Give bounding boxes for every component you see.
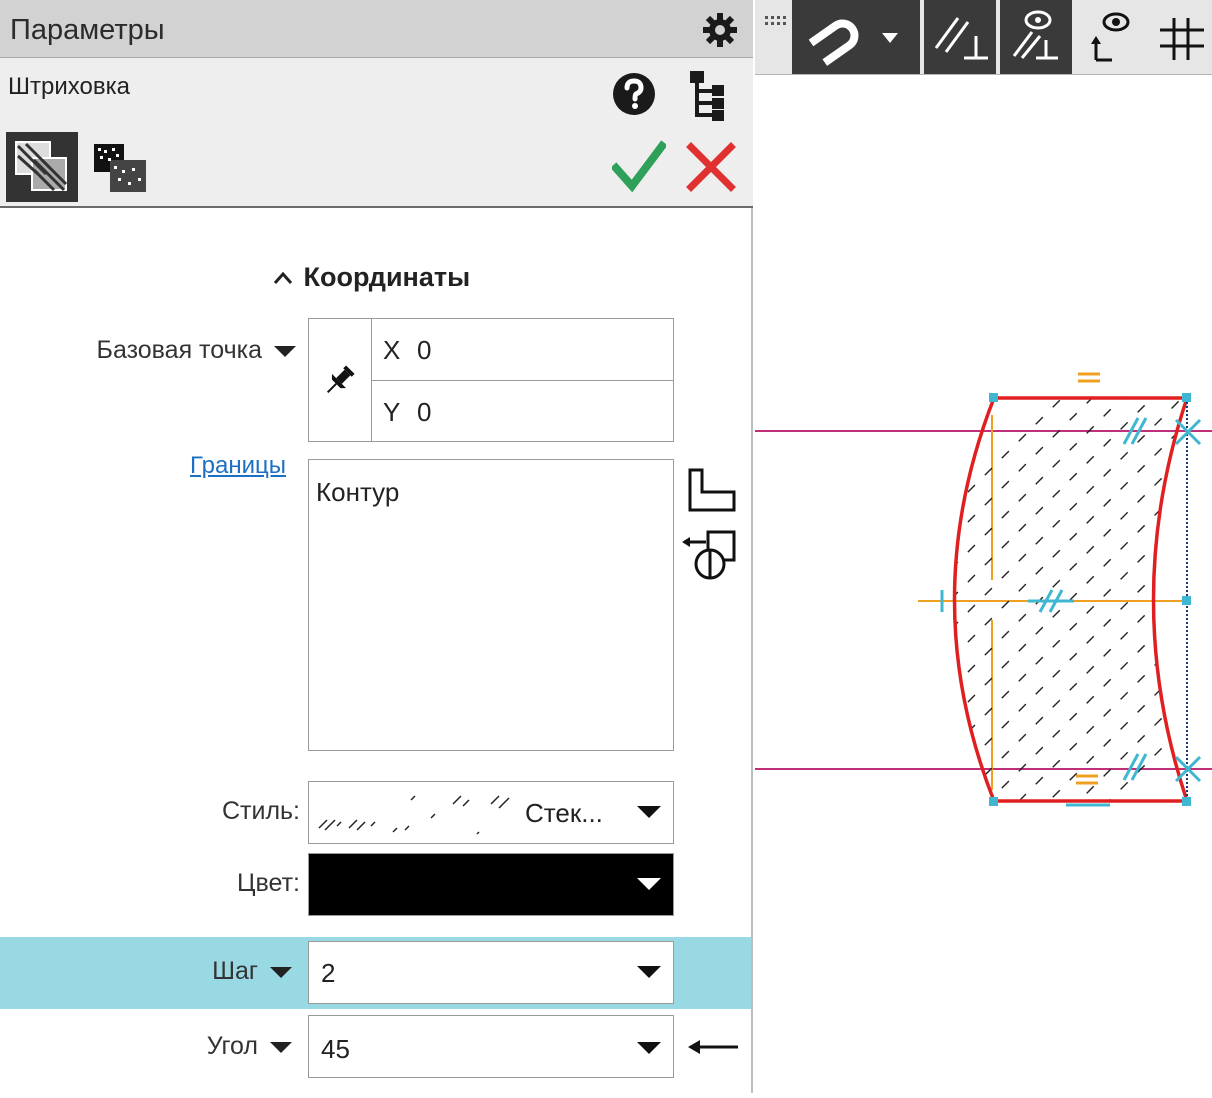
step-label-text: Шаг <box>212 957 258 985</box>
parallel-lines-icon <box>934 17 988 60</box>
arrow-left-icon[interactable] <box>686 1034 740 1060</box>
grid-icon <box>1160 18 1204 60</box>
style-value: Стек... <box>525 798 603 828</box>
panel-title-bar: Параметры <box>0 0 753 58</box>
parallel-perpendicular-button[interactable] <box>924 0 996 74</box>
drawing-canvas[interactable] <box>755 76 1212 1093</box>
style-select[interactable]: Стек... <box>308 781 674 844</box>
view-toolbar <box>755 0 1212 75</box>
step-select[interactable]: 2 <box>308 941 674 1004</box>
step-label[interactable]: Шаг <box>100 957 292 986</box>
hatch-style-preview-icon <box>318 795 510 835</box>
gear-icon[interactable] <box>700 10 740 50</box>
pin-icon <box>326 365 355 394</box>
dropdown-arrow-icon <box>637 966 661 978</box>
list-item[interactable]: Контур <box>316 477 399 508</box>
grid-button[interactable] <box>1152 0 1212 74</box>
hatch-mode-button[interactable] <box>6 132 78 202</box>
boundaries-link[interactable]: Границы <box>190 452 286 480</box>
x-input[interactable]: 0 <box>417 335 431 366</box>
toolbar-grip-icon[interactable] <box>765 16 791 28</box>
parameters-panel: Параметры Штриховка Координаты Базовая т… <box>0 0 753 1093</box>
dropdown-arrow-icon <box>274 345 296 357</box>
show-axes-button[interactable] <box>1076 0 1148 74</box>
snap-button[interactable] <box>792 0 920 74</box>
color-select[interactable] <box>308 853 674 916</box>
visibility-constraint-button[interactable] <box>1000 0 1072 74</box>
angle-value: 45 <box>321 1034 350 1064</box>
add-boundary-icon[interactable] <box>680 528 740 584</box>
base-point-input-group: X 0 Y 0 <box>308 318 674 442</box>
gradient-fill-icon[interactable] <box>92 140 150 196</box>
y-input[interactable]: 0 <box>417 397 431 428</box>
dropdown-arrow-icon <box>637 1042 661 1054</box>
chevron-up-icon <box>272 262 296 293</box>
dropdown-arrow-icon <box>637 806 661 818</box>
angle-label[interactable]: Угол <box>100 1032 292 1061</box>
base-point-text: Базовая точка <box>96 336 262 364</box>
close-icon[interactable] <box>686 142 736 192</box>
help-icon[interactable] <box>611 71 657 117</box>
tree-view-icon[interactable] <box>684 69 728 121</box>
checkmark-icon[interactable] <box>612 140 666 194</box>
dropdown-arrow-icon <box>270 966 292 978</box>
color-label: Цвет: <box>237 869 300 897</box>
eye-axes-icon <box>1091 12 1130 62</box>
dropdown-arrow-icon <box>637 878 661 890</box>
base-point-label[interactable]: Базовая точка <box>20 336 296 365</box>
hatched-contour-drawing[interactable] <box>755 76 1212 1093</box>
command-title: Штриховка <box>8 73 130 100</box>
dropdown-arrow-icon <box>270 1041 292 1053</box>
eye-constraint-icon <box>1012 10 1058 60</box>
angle-label-text: Угол <box>206 1032 258 1060</box>
section-title: Координаты <box>303 262 471 292</box>
x-label: X <box>383 335 401 365</box>
panel-title: Параметры <box>10 14 165 46</box>
select-contour-icon[interactable] <box>684 466 740 516</box>
magnet-icon <box>808 19 898 66</box>
step-value: 2 <box>321 958 336 988</box>
coordinates-section-header[interactable]: Координаты <box>272 262 470 293</box>
angle-select[interactable]: 45 <box>308 1015 674 1078</box>
pin-button[interactable] <box>309 319 372 441</box>
command-header: Штриховка <box>0 58 753 208</box>
y-label: Y <box>383 397 401 427</box>
style-label: Стиль: <box>221 797 300 825</box>
hatch-mode-icon <box>15 141 68 192</box>
